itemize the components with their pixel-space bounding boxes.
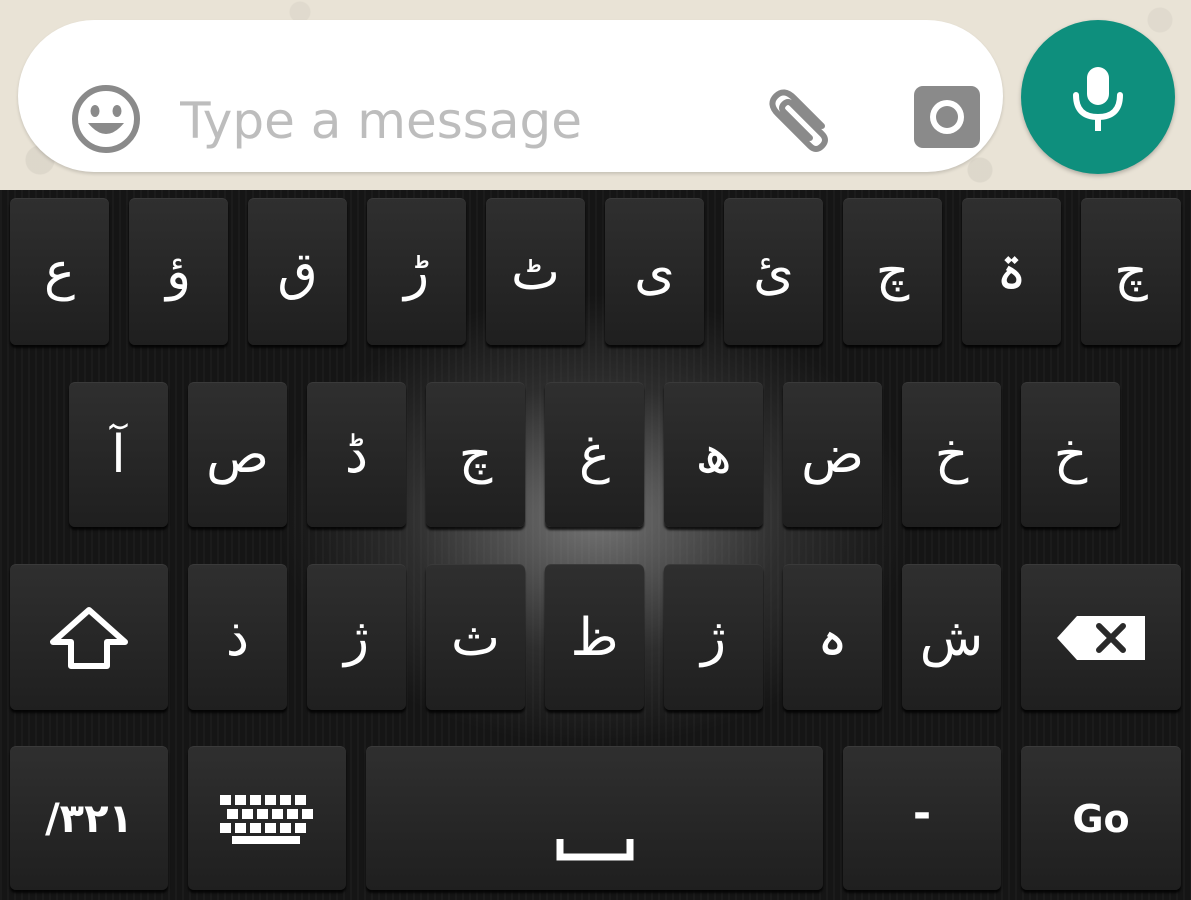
backspace-icon bbox=[1021, 565, 1181, 710]
key-che[interactable]: چ bbox=[843, 198, 942, 345]
shift-arrow-icon bbox=[10, 565, 168, 710]
go-key[interactable]: Go bbox=[1021, 746, 1181, 890]
key-tte[interactable]: ٹ bbox=[486, 198, 585, 345]
microphone-button[interactable] bbox=[1021, 20, 1175, 174]
key-label: ظ bbox=[570, 607, 619, 668]
key-label: ض bbox=[801, 425, 864, 485]
key-rre[interactable]: ڑ bbox=[367, 198, 466, 345]
key-label: ہ bbox=[817, 607, 848, 668]
key-label: ق bbox=[277, 242, 318, 302]
key-zhe-2[interactable]: ژ bbox=[664, 564, 763, 710]
key-label: ۃ bbox=[996, 242, 1027, 302]
microphone-icon bbox=[1073, 67, 1123, 131]
dash-key[interactable]: - bbox=[843, 746, 1001, 890]
shift-key[interactable] bbox=[10, 564, 168, 710]
urdu-keyboard: ع ؤ ق ڑ ٹ ى ئ چ ۃ چ آ ص ڈ چ غ ھ ض خ خ ذ … bbox=[0, 190, 1191, 900]
key-label: ؤ bbox=[165, 242, 192, 302]
key-do-chashmi-he[interactable]: ھ bbox=[664, 382, 763, 527]
dash-label: - bbox=[912, 788, 932, 839]
key-label: ژ bbox=[700, 607, 727, 668]
key-label: غ bbox=[578, 425, 611, 485]
key-dde[interactable]: ڈ bbox=[307, 382, 406, 527]
key-label: چ bbox=[458, 425, 493, 485]
key-se[interactable]: ث bbox=[426, 564, 525, 710]
key-khe[interactable]: خ bbox=[902, 382, 1001, 527]
key-ain[interactable]: ع bbox=[10, 198, 109, 345]
key-zoe[interactable]: ظ bbox=[545, 564, 644, 710]
key-gol-he[interactable]: ہ bbox=[783, 564, 882, 710]
key-label: ص bbox=[206, 425, 269, 485]
key-label: ث bbox=[451, 607, 500, 668]
key-label: ٹ bbox=[511, 242, 560, 302]
message-input[interactable] bbox=[178, 80, 742, 162]
key-label: ھ bbox=[695, 425, 732, 485]
key-dad[interactable]: ض bbox=[783, 382, 882, 527]
key-label: ڑ bbox=[403, 242, 430, 302]
keyboard-icon bbox=[188, 747, 346, 890]
keyboard-switch-key[interactable] bbox=[188, 746, 346, 890]
key-alif-maqsura[interactable]: ى bbox=[605, 198, 704, 345]
key-label: ع bbox=[43, 242, 76, 302]
message-input-container bbox=[18, 20, 1003, 172]
camera-icon[interactable] bbox=[912, 84, 982, 150]
key-teh-marbuta[interactable]: ۃ bbox=[962, 198, 1061, 345]
key-label: ژ bbox=[343, 607, 370, 668]
key-label: چ bbox=[1114, 242, 1148, 302]
key-che-2[interactable]: چ bbox=[1081, 198, 1181, 345]
key-ghain[interactable]: غ bbox=[545, 382, 644, 527]
key-sad[interactable]: ص bbox=[188, 382, 287, 527]
space-key[interactable] bbox=[366, 746, 823, 890]
key-label: ى bbox=[634, 242, 675, 302]
key-label: خ bbox=[1053, 425, 1088, 485]
key-zal[interactable]: ذ bbox=[188, 564, 287, 710]
key-qaf[interactable]: ق bbox=[248, 198, 347, 345]
key-khe-2[interactable]: خ bbox=[1021, 382, 1120, 527]
numbers-label: /۳۲۱ bbox=[45, 795, 133, 842]
key-che-3[interactable]: چ bbox=[426, 382, 525, 527]
key-yeh-hamza[interactable]: ئ bbox=[724, 198, 823, 345]
emoji-icon[interactable] bbox=[70, 83, 142, 155]
key-label: ڈ bbox=[344, 425, 369, 485]
backspace-key[interactable] bbox=[1021, 564, 1181, 710]
key-shin[interactable]: ش bbox=[902, 564, 1001, 710]
key-label: ذ bbox=[225, 607, 250, 668]
key-label: چ bbox=[875, 242, 910, 302]
key-label: ئ bbox=[753, 242, 794, 302]
numbers-key[interactable]: /۳۲۱ bbox=[10, 746, 168, 890]
compose-bar bbox=[0, 0, 1191, 190]
paperclip-icon[interactable] bbox=[760, 82, 842, 156]
space-bar-icon bbox=[556, 837, 634, 865]
key-zhe[interactable]: ژ bbox=[307, 564, 406, 710]
key-alif-madda[interactable]: آ bbox=[69, 382, 168, 527]
key-label: آ bbox=[111, 425, 126, 485]
key-waw-hamza[interactable]: ؤ bbox=[129, 198, 228, 345]
key-label: ش bbox=[919, 607, 984, 668]
go-label: Go bbox=[1072, 796, 1130, 841]
key-label: خ bbox=[934, 425, 969, 485]
